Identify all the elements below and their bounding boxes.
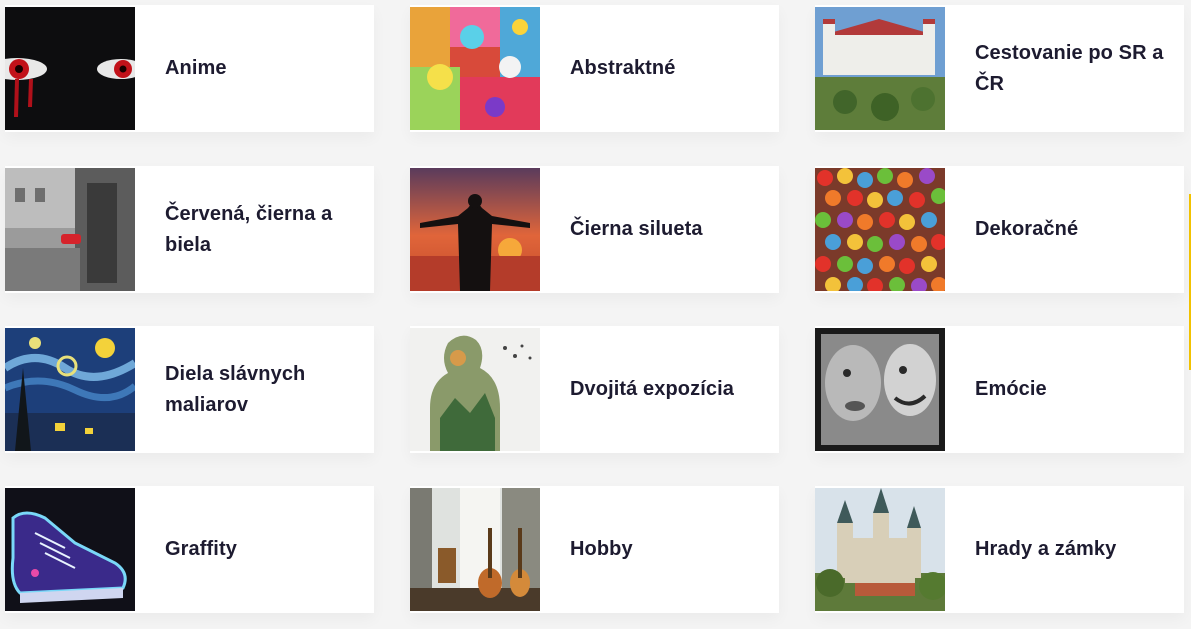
category-card-diela-slavnych-maliarov[interactable]: Diela slávnych maliarov — [5, 326, 374, 453]
category-label: Čierna silueta — [570, 218, 703, 240]
category-card-dvojita-expozicia[interactable]: Dvojitá expozícia — [410, 326, 779, 453]
category-label: Anime — [165, 57, 227, 79]
category-card-abstraktne[interactable]: Abstraktné — [410, 5, 779, 132]
category-label: Cestovanie po SR a ČR — [975, 41, 1164, 95]
candy-decorative-image — [815, 168, 945, 291]
category-card-cervena[interactable]: Červená, čierna a biela — [5, 166, 374, 293]
castle-travel-image — [815, 7, 945, 130]
category-card-graffity[interactable]: Graffity — [5, 486, 374, 613]
emotions-bw-image — [815, 328, 945, 451]
street-red-car-image — [5, 168, 135, 291]
category-label: Hrady a zámky — [975, 538, 1117, 560]
category-card-dekoracne[interactable]: Dekoračné — [815, 166, 1184, 293]
category-label: Dvojitá expozícia — [570, 378, 734, 400]
double-exposure-image — [410, 328, 540, 451]
category-card-cierna-silueta[interactable]: Čierna silueta — [410, 166, 779, 293]
category-card-hrady-a-zamky[interactable]: Hrady a zámky — [815, 486, 1184, 613]
category-label: Červená, čierna a biela — [165, 202, 333, 256]
category-card-cestovanie[interactable]: Cestovanie po SR a ČR — [815, 5, 1184, 132]
category-card-emocie[interactable]: Emócie — [815, 326, 1184, 453]
anime-eyes-image — [5, 7, 135, 130]
category-label: Abstraktné — [570, 57, 676, 79]
category-grid: Anime Abstraktné Cestovanie po SR a ČR Č… — [0, 0, 1191, 629]
castle-hrady-image — [815, 488, 945, 611]
graffiti-sneaker-image — [5, 488, 135, 611]
category-label: Emócie — [975, 378, 1047, 400]
guitars-hobby-image — [410, 488, 540, 611]
category-card-hobby[interactable]: Hobby — [410, 486, 779, 613]
category-label: Hobby — [570, 538, 633, 560]
starry-night-image — [5, 328, 135, 451]
silhouette-sunset-image — [410, 168, 540, 291]
category-label: Diela slávnych maliarov — [165, 362, 306, 416]
category-card-anime[interactable]: Anime — [5, 5, 374, 132]
category-label: Dekoračné — [975, 218, 1079, 240]
abstract-balloons-image — [410, 7, 540, 130]
category-label: Graffity — [165, 538, 237, 560]
